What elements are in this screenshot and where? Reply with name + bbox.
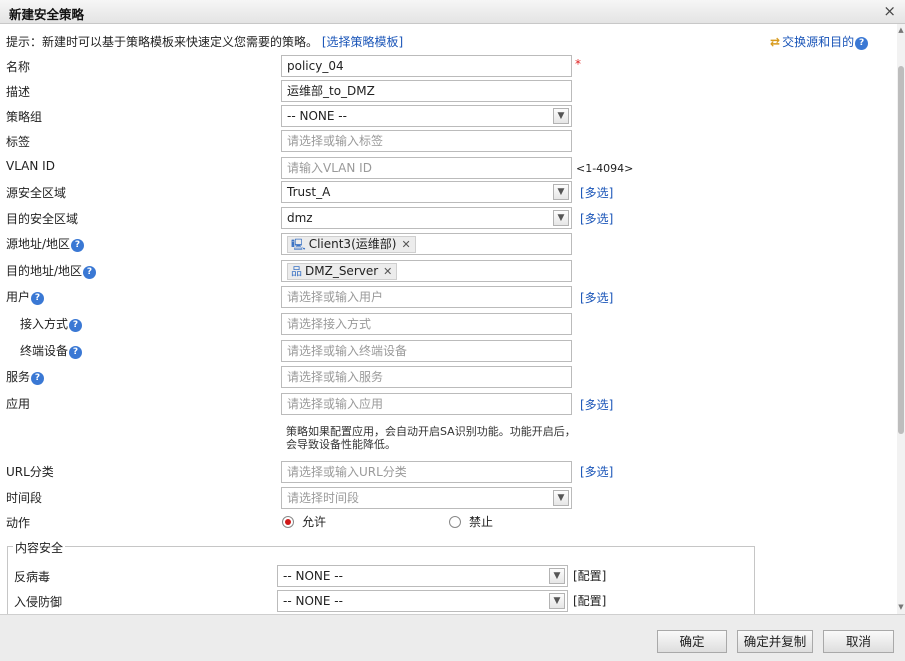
- help-icon[interactable]: ?: [83, 266, 97, 279]
- name-label: 名称: [6, 60, 31, 74]
- required-mark: *: [575, 57, 581, 71]
- application-multiselect-link[interactable]: [多选]: [580, 396, 613, 413]
- destination-address-input[interactable]: 品 DMZ_Server ✕: [281, 260, 572, 282]
- scrollbar-thumb[interactable]: [898, 66, 904, 434]
- destination-zone-label: 目的安全区域: [6, 212, 79, 226]
- antivirus-config-link[interactable]: [配置]: [573, 567, 606, 584]
- source-address-label: 源地址/地区?: [6, 235, 85, 252]
- vertical-scrollbar[interactable]: ▲ ▼: [897, 24, 905, 614]
- time-range-placeholder: 请选择时间段: [287, 491, 360, 505]
- radio-selected-icon[interactable]: [282, 516, 294, 528]
- application-label: 应用: [6, 397, 31, 411]
- time-range-select[interactable]: 请选择时间段 ▼: [281, 487, 572, 509]
- service-label: 服务?: [6, 368, 45, 385]
- dialog-titlebar: 新建安全策略 ×: [0, 0, 905, 24]
- remove-tag-icon[interactable]: ✕: [401, 238, 410, 251]
- remove-tag-icon[interactable]: ✕: [383, 265, 392, 278]
- radio-unselected-icon[interactable]: [449, 516, 461, 528]
- help-icon[interactable]: ?: [69, 346, 83, 359]
- antivirus-select[interactable]: -- NONE -- ▼: [277, 565, 568, 587]
- terminal-device-input[interactable]: 请选择或输入终端设备: [281, 340, 572, 362]
- swap-arrows-icon: ⇄: [770, 35, 781, 49]
- url-category-multiselect-link[interactable]: [多选]: [580, 463, 613, 480]
- vlan-input[interactable]: 请输入VLAN ID: [281, 157, 572, 179]
- chevron-down-icon[interactable]: ▼: [553, 210, 569, 226]
- swap-label: 交换源和目的: [782, 35, 855, 49]
- destination-address-tag: 品 DMZ_Server ✕: [287, 263, 398, 280]
- help-icon[interactable]: ?: [855, 37, 869, 50]
- destination-zone-value: dmz: [287, 211, 313, 225]
- antivirus-label: 反病毒: [14, 570, 51, 584]
- ips-label: 入侵防御: [14, 595, 63, 609]
- user-input[interactable]: 请选择或输入用户: [281, 286, 572, 308]
- url-category-label: URL分类: [6, 465, 54, 479]
- hint: 提示：新建时可以基于策略模板来快速定义您需要的策略。 [选择策略模板]: [6, 33, 403, 50]
- user-multiselect-link[interactable]: [多选]: [580, 289, 613, 306]
- destination-address-label: 目的地址/地区?: [6, 262, 97, 279]
- chevron-down-icon[interactable]: ▼: [549, 593, 565, 609]
- select-template-link[interactable]: [选择策略模板]: [322, 35, 403, 49]
- action-allow-label: 允许: [302, 515, 327, 529]
- destination-address-tag-label: DMZ_Server: [305, 264, 379, 278]
- ips-value: -- NONE --: [283, 594, 343, 608]
- help-icon[interactable]: ?: [31, 372, 45, 385]
- dialog-content: 提示：新建时可以基于策略模板来快速定义您需要的策略。 [选择策略模板] ⇄ 交换源…: [0, 24, 897, 614]
- hint-text: 提示：新建时可以基于策略模板来快速定义您需要的策略。: [6, 35, 319, 49]
- url-category-input[interactable]: 请选择或输入URL分类: [281, 461, 572, 483]
- application-note: 策略如果配置应用，会自动开启SA识别功能。功能开启后，会导致设备性能降低。: [286, 425, 576, 451]
- chevron-down-icon[interactable]: ▼: [549, 568, 565, 584]
- dialog-footer: 确定 确定并复制 取消: [0, 614, 905, 661]
- description-input[interactable]: 运维部_to_DMZ: [281, 80, 572, 102]
- vlan-label: VLAN ID: [6, 159, 55, 173]
- description-label: 描述: [6, 85, 31, 99]
- policy-group-label: 策略组: [6, 110, 43, 124]
- source-zone-select[interactable]: Trust_A ▼: [281, 181, 572, 203]
- access-mode-input[interactable]: 请选择接入方式: [281, 313, 572, 335]
- vlan-range-hint: <1-4094>: [576, 162, 634, 175]
- chevron-down-icon[interactable]: ▼: [553, 184, 569, 200]
- ips-select[interactable]: -- NONE -- ▼: [277, 590, 568, 612]
- source-zone-label: 源安全区域: [6, 186, 67, 200]
- computer-icon: 🖳: [291, 238, 306, 251]
- action-allow-radio[interactable]: 允许: [282, 513, 326, 530]
- name-input[interactable]: policy_04: [281, 55, 572, 77]
- content-security-legend: 内容安全: [13, 539, 66, 556]
- action-label: 动作: [6, 516, 31, 530]
- ok-button[interactable]: 确定: [657, 630, 727, 653]
- chevron-down-icon[interactable]: ▼: [553, 108, 569, 124]
- swap-source-destination-link[interactable]: ⇄ 交换源和目的?: [770, 33, 869, 50]
- source-address-tag-label: Client3(运维部): [308, 237, 397, 251]
- time-range-label: 时间段: [6, 491, 43, 505]
- application-input[interactable]: 请选择或输入应用: [281, 393, 572, 415]
- user-label: 用户?: [6, 288, 45, 305]
- dialog-title: 新建安全策略: [9, 7, 85, 22]
- action-deny-label: 禁止: [469, 515, 494, 529]
- help-icon[interactable]: ?: [71, 239, 85, 252]
- access-mode-label: 接入方式?: [20, 315, 83, 332]
- tag-label: 标签: [6, 135, 31, 149]
- terminal-device-label: 终端设备?: [20, 342, 83, 359]
- chevron-down-icon[interactable]: ▼: [553, 490, 569, 506]
- source-address-tag: 🖳 Client3(运维部) ✕: [287, 236, 416, 253]
- antivirus-value: -- NONE --: [283, 569, 343, 583]
- tag-input[interactable]: 请选择或输入标签: [281, 130, 572, 152]
- source-zone-value: Trust_A: [287, 185, 331, 199]
- close-icon[interactable]: ×: [883, 2, 896, 20]
- destination-zone-multiselect-link[interactable]: [多选]: [580, 210, 613, 227]
- destination-zone-select[interactable]: dmz ▼: [281, 207, 572, 229]
- ok-and-copy-button[interactable]: 确定并复制: [737, 630, 813, 653]
- scroll-down-icon[interactable]: ▼: [897, 603, 905, 611]
- server-network-icon: 品: [291, 265, 302, 278]
- policy-group-select[interactable]: -- NONE -- ▼: [281, 105, 572, 127]
- source-address-input[interactable]: 🖳 Client3(运维部) ✕: [281, 233, 572, 255]
- service-input[interactable]: 请选择或输入服务: [281, 366, 572, 388]
- source-zone-multiselect-link[interactable]: [多选]: [580, 184, 613, 201]
- scroll-up-icon[interactable]: ▲: [897, 26, 905, 34]
- policy-group-value: -- NONE --: [287, 109, 347, 123]
- ips-config-link[interactable]: [配置]: [573, 592, 606, 609]
- help-icon[interactable]: ?: [69, 319, 83, 332]
- help-icon[interactable]: ?: [31, 292, 45, 305]
- cancel-button[interactable]: 取消: [823, 630, 894, 653]
- action-deny-radio[interactable]: 禁止: [449, 513, 493, 530]
